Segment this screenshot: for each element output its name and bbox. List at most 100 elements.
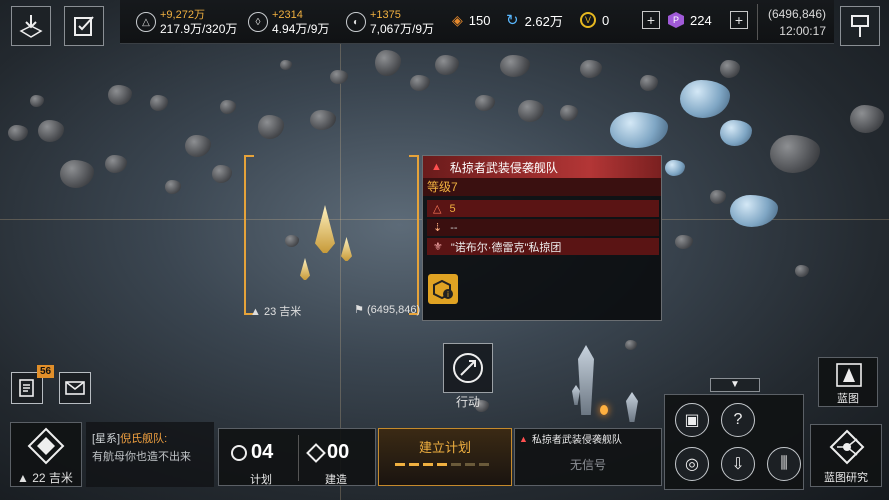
attack-value: 5: [449, 202, 456, 215]
asteroid: [640, 75, 658, 91]
asteroid: [285, 235, 299, 247]
build-count: 00: [327, 441, 350, 463]
question-icon: ?: [733, 411, 743, 428]
asteroid: [330, 70, 348, 84]
asteroid: [150, 95, 168, 111]
alloy-increment: +9,272万: [160, 9, 205, 21]
asteroid: [375, 50, 401, 76]
asteroid: [410, 75, 430, 91]
move-icon: [453, 353, 483, 383]
recall-button[interactable]: ⇩: [721, 447, 755, 481]
plan-build-panel: 04 计划 00 建造: [218, 428, 376, 486]
plan-button[interactable]: 04 计划: [225, 435, 295, 486]
faction-name: "诺布尔·德雷克"私掠团: [450, 241, 562, 254]
player-ship[interactable]: [578, 345, 594, 415]
loot-box-icon[interactable]: i: [428, 274, 458, 304]
ice-asteroid: [665, 160, 685, 176]
resource-alloy[interactable]: △ +9,272万 217.9万/320万: [136, 2, 237, 42]
asteroid: [165, 180, 181, 194]
blueprint-label: 蓝图: [837, 393, 859, 405]
target-header: ▲ 私掠者武装侵袭舰队: [423, 156, 661, 178]
svg-text:i: i: [447, 290, 449, 299]
current-coords: (6496,846) 12:00:17: [768, 6, 826, 40]
radar-icon: [27, 427, 65, 465]
add-premium-button[interactable]: +: [730, 11, 748, 29]
asteroid: [720, 60, 740, 78]
asteroid: [500, 55, 530, 77]
move-button[interactable]: [443, 343, 493, 393]
establish-plan-label: 建立计划: [418, 440, 471, 455]
no-signal: 无信号: [569, 458, 606, 472]
bookmark-button[interactable]: [840, 6, 880, 46]
collapse-toggle[interactable]: ▼: [710, 378, 760, 392]
asteroid: [770, 135, 820, 173]
fuel-counter[interactable]: ◈ 150: [452, 8, 490, 32]
asteroid: [580, 60, 602, 78]
target-coords: ⚑ (6495,846): [354, 303, 420, 316]
blueprint-research-label: 蓝图研究: [824, 472, 868, 484]
plan-icon: [231, 444, 247, 461]
enemy-ship-escort[interactable]: [300, 258, 310, 280]
fleet-button[interactable]: ⫼: [767, 447, 801, 481]
asteroid: [38, 120, 64, 142]
engine-glow: [600, 405, 608, 415]
fuel-icon: ◈: [452, 11, 463, 28]
establish-plan-button[interactable]: 建立计划: [378, 428, 512, 486]
enemy-ship-main[interactable]: [315, 205, 335, 253]
blueprint-icon: [836, 363, 862, 387]
divider: [757, 4, 758, 40]
build-icon: [306, 442, 326, 463]
defense-icon: ⇣: [433, 222, 443, 234]
add-gold-button[interactable]: +: [642, 11, 660, 29]
faction-icon: ⚜: [433, 241, 443, 253]
signpost-icon: [851, 15, 869, 37]
asteroid: [560, 105, 578, 121]
triangle-icon: △: [136, 12, 156, 32]
premium-icon: P: [668, 12, 684, 28]
target-mini-card[interactable]: ▲ 私掠者武装侵袭舰队 无信号: [514, 428, 662, 486]
chat-message: 有航母你也造不出来: [92, 451, 191, 463]
gold-counter[interactable]: V 0: [580, 8, 609, 32]
cycle-icon: ↻: [506, 12, 519, 29]
plus-sign: +: [646, 12, 656, 28]
player-ship[interactable]: [626, 392, 638, 422]
premium-counter[interactable]: P 224: [668, 8, 712, 32]
ice-asteroid: [720, 120, 752, 146]
asteroid: [105, 155, 127, 173]
folder-button[interactable]: ▣: [675, 403, 709, 437]
tasks-button[interactable]: [64, 6, 104, 46]
fleet-radar-button[interactable]: ▲ 22 吉米: [10, 422, 82, 487]
resource-energy[interactable]: ◐ +1375 7,067万/9万: [346, 2, 434, 42]
ice-asteroid: [610, 112, 668, 148]
crystal-icon: ◊: [248, 12, 268, 32]
location-button[interactable]: [11, 6, 51, 46]
scan-button[interactable]: ◎: [675, 447, 709, 481]
defense-row: ⇣ --: [427, 219, 659, 236]
quick-actions-panel: ▣ ? ◎ ⇩ ⫼: [664, 394, 804, 490]
energy-amount: 7,067万/9万: [370, 22, 435, 36]
chat-panel[interactable]: [星系]倪氏舰队: 有航母你也造不出来: [86, 422, 214, 487]
enemy-ship-escort[interactable]: [341, 237, 352, 261]
mail-button[interactable]: [59, 372, 91, 404]
nav-arrow-icon: ▲: [17, 471, 29, 485]
player-ship[interactable]: [572, 385, 580, 405]
notification-badge: 56: [37, 365, 55, 378]
blueprint-button[interactable]: 蓝图: [818, 357, 878, 407]
cycle-value: 2.62万: [524, 13, 563, 29]
blueprint-research-button[interactable]: 蓝图研究: [810, 424, 882, 487]
asteroid: [518, 100, 544, 122]
cycle-counter[interactable]: ↻ 2.62万: [506, 8, 563, 32]
target-info-panel[interactable]: ▲ 私掠者武装侵袭舰队 等级7 △ 5 ⇣ -- ⚜ "诺布尔·德雷克"私掠团 …: [422, 155, 662, 321]
resource-crystal[interactable]: ◊ +2314 4.94万/9万: [248, 2, 329, 42]
build-button[interactable]: 00 建造: [303, 435, 373, 486]
nav-arrow-icon: ▲: [250, 306, 261, 318]
asteroid: [475, 95, 495, 111]
ice-asteroid: [730, 195, 778, 227]
plan-progress: [395, 463, 489, 466]
attack-row: △ 5: [427, 200, 659, 217]
chat-user: 倪氏舰队:: [120, 433, 168, 445]
resource-bar: △ +9,272万 217.9万/320万 ◊ +2314 4.94万/9万 ◐…: [120, 0, 834, 44]
mini-target-name: 私掠者武装侵袭舰队: [531, 435, 622, 446]
help-button[interactable]: ?: [721, 403, 755, 437]
chat-channel: [星系]: [92, 433, 121, 445]
